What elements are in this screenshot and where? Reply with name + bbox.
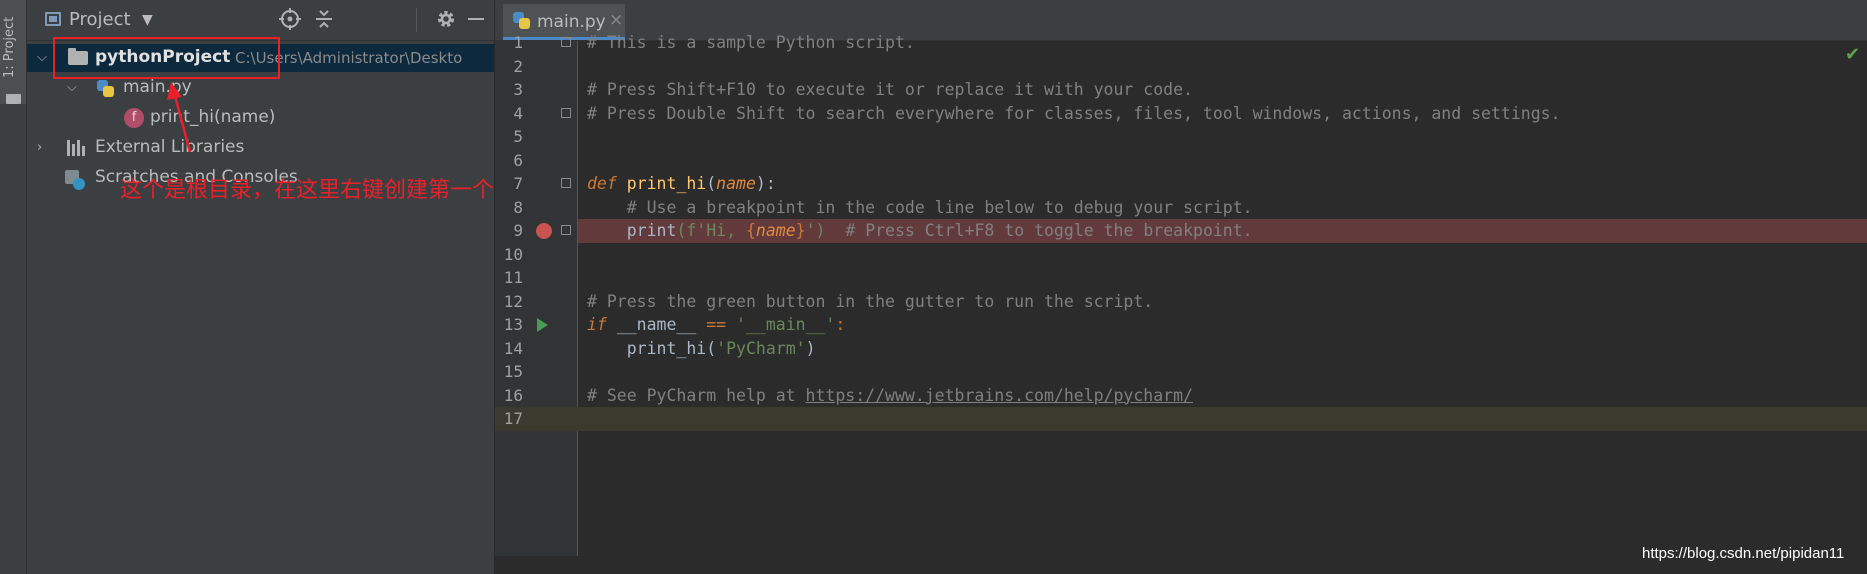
line-number: 4 xyxy=(513,103,523,123)
code-token: __name__ xyxy=(616,315,707,334)
code-token: ( xyxy=(706,174,717,193)
code-token: if xyxy=(587,315,617,334)
code-token: print xyxy=(587,221,677,240)
line-number: 8 xyxy=(513,197,523,217)
fold-icon[interactable] xyxy=(561,225,571,235)
code-token: # See PyCharm help at xyxy=(587,385,806,405)
line-number: 14 xyxy=(503,338,523,358)
code-token: name xyxy=(716,174,756,193)
watermark: https://blog.csdn.net/pipidan11 xyxy=(1642,545,1845,562)
code-token: # Press Ctrl+F8 to toggle the breakpoint… xyxy=(825,221,1253,240)
folder-icon xyxy=(6,94,21,104)
code-token: ') xyxy=(805,221,826,240)
code-line[interactable]: print(f'Hi, {name}') # Press Ctrl+F8 to … xyxy=(587,219,1253,243)
line-number: 13 xyxy=(503,315,523,334)
fold-icon[interactable] xyxy=(561,107,571,118)
code-token: ): xyxy=(755,174,776,193)
code-token: # Use a breakpoint in the code line belo… xyxy=(587,197,1253,217)
code-token: 'PyCharm' xyxy=(716,338,806,358)
code-token: ( xyxy=(706,338,717,358)
line-number: 9 xyxy=(513,221,523,240)
code-token: print_hi xyxy=(626,174,707,193)
code-line[interactable]: # See PyCharm help at https://www.jetbra… xyxy=(587,384,1193,408)
code-line[interactable]: print_hi('PyCharm') xyxy=(587,337,816,361)
code-token: print_hi xyxy=(587,338,707,358)
code-line[interactable]: if __name__ == '__main__': xyxy=(587,313,845,337)
code-token: # Press the green button in the gutter t… xyxy=(587,291,1154,311)
annotation-text: 这个是根目录，在这里右键创建第一个文件 xyxy=(120,178,495,203)
line-number: 16 xyxy=(503,385,523,405)
line-number: 7 xyxy=(513,174,523,193)
code-token: ) xyxy=(805,338,816,358)
code-token: # Press Double Shift to search everywher… xyxy=(587,103,1561,123)
code-line[interactable]: # This is a sample Python script. xyxy=(587,31,915,55)
line-number: 15 xyxy=(503,362,523,381)
run-icon[interactable] xyxy=(537,318,548,332)
code-token: # Press Shift+F10 to execute it or repla… xyxy=(587,80,1193,99)
annotation-arrow xyxy=(167,82,192,153)
line-number: 1 xyxy=(513,33,523,52)
code-token: name xyxy=(755,221,796,240)
line-number: 11 xyxy=(503,268,523,287)
line-number: 6 xyxy=(513,150,523,170)
line-number: 12 xyxy=(503,291,523,311)
project-tool-tab[interactable]: 1: Project xyxy=(0,0,26,104)
code-line[interactable]: # Use a breakpoint in the code line belo… xyxy=(587,196,1253,220)
code-line[interactable]: def print_hi(name): xyxy=(587,172,776,196)
breakpoint-icon[interactable] xyxy=(536,223,552,239)
line-number: 10 xyxy=(503,244,523,264)
current-line-highlight xyxy=(495,407,1867,431)
fold-icon[interactable] xyxy=(561,37,571,47)
code-line[interactable]: # Press Shift+F10 to execute it or repla… xyxy=(587,78,1193,102)
tool-window-strip: 1: Project xyxy=(0,0,27,574)
code-token: == xyxy=(706,315,737,334)
code-line[interactable]: # Press the green button in the gutter t… xyxy=(587,290,1153,314)
code-token: } xyxy=(795,221,806,240)
code-token: https://www.jetbrains.com/help/pycharm/ xyxy=(805,385,1193,405)
check-icon: ✔ xyxy=(1845,44,1861,65)
line-number: 2 xyxy=(513,56,523,76)
line-number: 5 xyxy=(513,127,523,146)
code-token: { xyxy=(745,221,756,240)
fold-icon[interactable] xyxy=(561,178,571,188)
code-line[interactable]: # Press Double Shift to search everywher… xyxy=(587,102,1561,126)
code-area[interactable]: 1 # This is a sample Python script. 2 3 # Pr… xyxy=(495,0,1867,556)
line-number: 3 xyxy=(513,80,523,99)
code-token: (f'Hi, xyxy=(676,221,746,240)
line-number: 17 xyxy=(503,409,523,428)
project-tool-tab-label: 1: Project xyxy=(2,16,17,78)
code-token: : xyxy=(835,315,846,334)
code-token: def xyxy=(587,174,627,193)
code-token: '__main__' xyxy=(736,315,836,334)
editor: main.py × 1 # This is a sample Python scr… xyxy=(495,0,1867,574)
code-token: # This is a sample Python script. xyxy=(587,33,915,52)
project-panel: Project ▼ ⌵ pythonProject C:\Users\Admin… xyxy=(27,0,495,574)
